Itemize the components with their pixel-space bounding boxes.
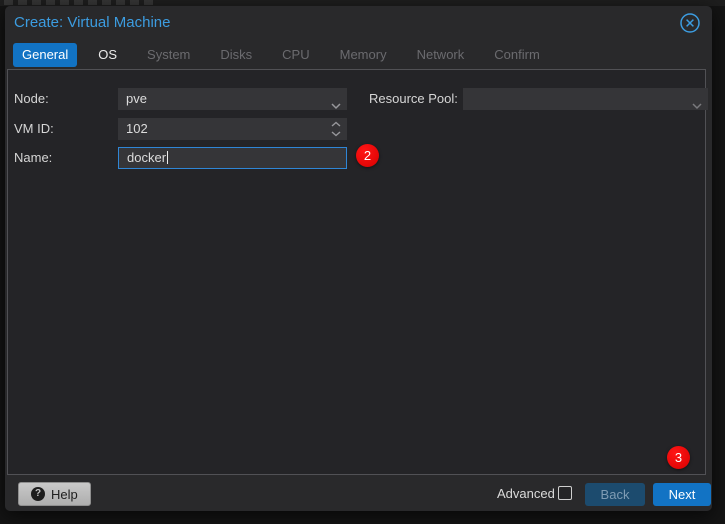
tab-network: Network bbox=[408, 43, 474, 67]
step-annotation-badge-2: 2 bbox=[356, 144, 379, 167]
wizard-tabbar: General OS System Disks CPU Memory Netwo… bbox=[13, 43, 549, 67]
tab-memory: Memory bbox=[331, 43, 396, 67]
tab-general[interactable]: General bbox=[13, 43, 77, 67]
general-form-panel bbox=[7, 69, 706, 475]
vmid-spinner-field[interactable]: 102 bbox=[118, 118, 347, 140]
help-button-label: Help bbox=[51, 487, 78, 502]
chevron-down-icon bbox=[691, 95, 703, 110]
node-value: pve bbox=[126, 91, 147, 106]
help-button[interactable]: ? Help bbox=[18, 482, 91, 506]
tab-cpu: CPU bbox=[273, 43, 318, 67]
resource-pool-dropdown[interactable] bbox=[463, 88, 708, 110]
spinner-up-down-icon[interactable] bbox=[330, 120, 342, 140]
tab-os[interactable]: OS bbox=[89, 43, 126, 67]
step-annotation-badge-3: 3 bbox=[667, 446, 690, 469]
next-button[interactable]: Next bbox=[653, 483, 711, 506]
dialog-title: Create: Virtual Machine bbox=[14, 11, 170, 35]
tab-confirm: Confirm bbox=[485, 43, 549, 67]
close-icon[interactable] bbox=[679, 12, 701, 34]
vmid-value: 102 bbox=[126, 121, 148, 136]
name-label: Name: bbox=[14, 147, 52, 169]
text-caret bbox=[167, 151, 168, 164]
back-button: Back bbox=[585, 483, 645, 506]
advanced-checkbox[interactable] bbox=[558, 486, 572, 500]
name-value: docker bbox=[127, 150, 166, 165]
question-circle-icon: ? bbox=[31, 487, 45, 501]
resource-pool-label: Resource Pool: bbox=[369, 88, 458, 110]
background-text-remnant bbox=[4, 0, 154, 5]
node-label: Node: bbox=[14, 88, 49, 110]
chevron-down-icon bbox=[330, 95, 342, 110]
advanced-label: Advanced bbox=[497, 486, 555, 501]
vmid-label: VM ID: bbox=[14, 118, 54, 140]
node-dropdown[interactable]: pve bbox=[118, 88, 347, 110]
create-vm-dialog: Create: Virtual Machine General OS Syste… bbox=[5, 6, 712, 511]
tab-disks: Disks bbox=[211, 43, 261, 67]
name-input[interactable]: docker bbox=[118, 147, 347, 169]
tab-system: System bbox=[138, 43, 199, 67]
